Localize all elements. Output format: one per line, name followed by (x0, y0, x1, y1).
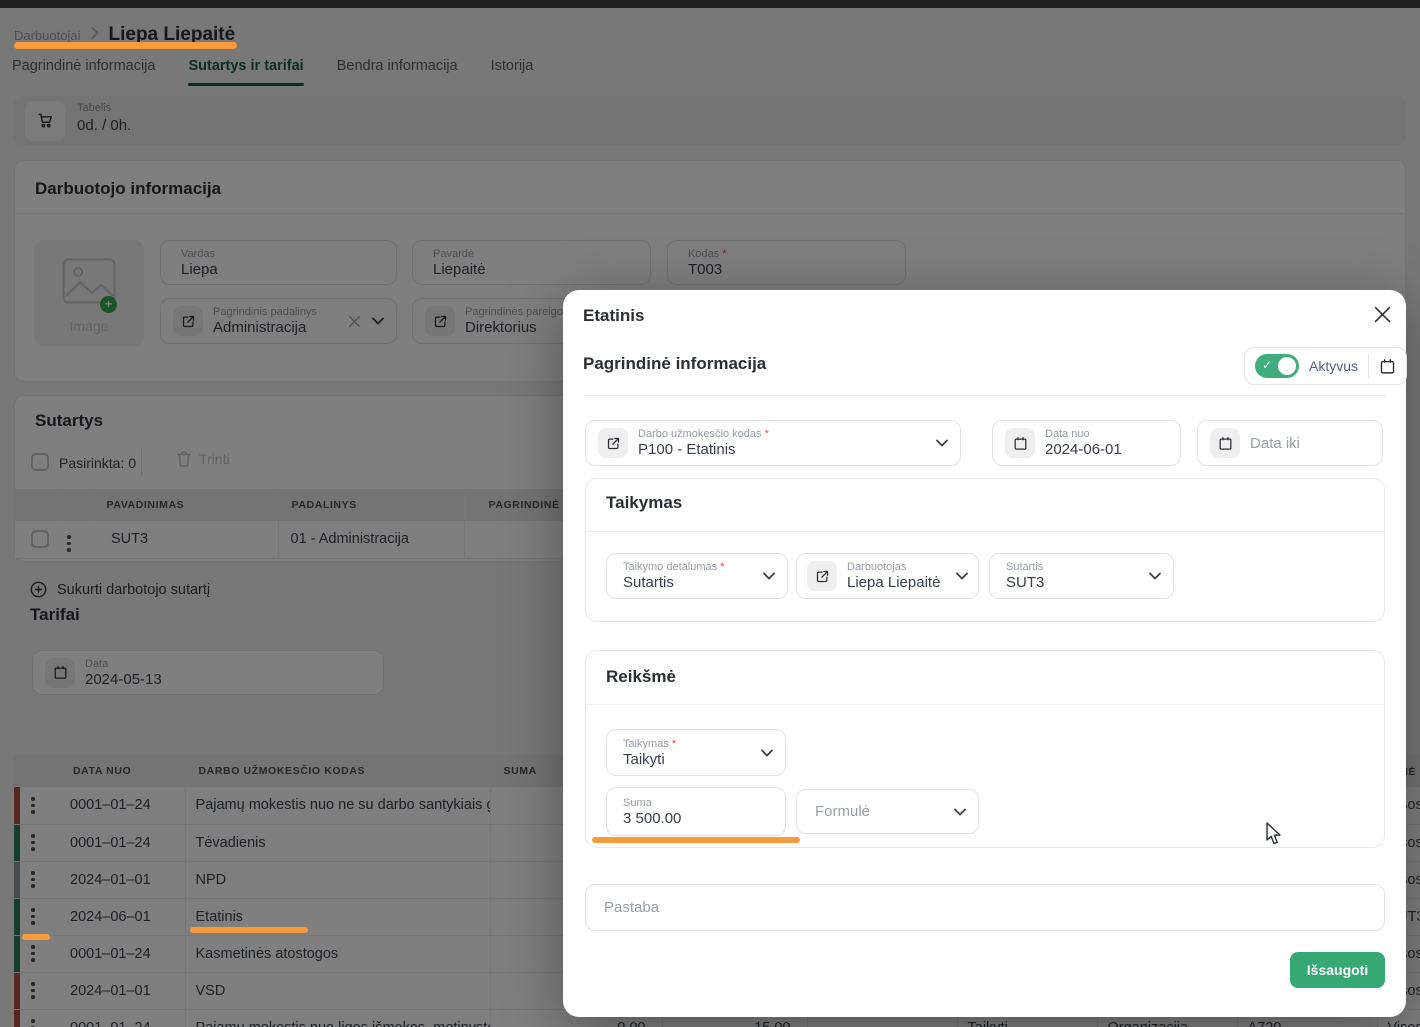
data-nuo-value: 2024-06-01 (1045, 441, 1122, 458)
data-nuo-label: Data nuo (1045, 428, 1122, 440)
data-nuo-field[interactable]: Data nuo2024-06-01 (992, 420, 1181, 466)
required-mark: * (672, 738, 676, 750)
data-iki-placeholder: Data iki (1250, 435, 1300, 452)
darbo-uzmokescio-kodas-select[interactable]: Darbo užmokesčio kodas *P100 - Etatinis (585, 420, 961, 466)
modal-section-main: Pagrindinė informacija (583, 354, 766, 374)
sutartis-select[interactable]: SutartisSUT3 (989, 553, 1174, 599)
annotation-etatinis-row-underline (190, 927, 308, 933)
chevron-down-icon (761, 749, 773, 757)
detalumas-value: Sutartis (623, 574, 725, 591)
calendar-icon[interactable] (1005, 428, 1035, 458)
mouse-cursor (1265, 822, 1283, 846)
etatinis-modal: Etatinis Pagrindinė informacija ✓ Aktyvu… (563, 290, 1406, 1017)
calendar-icon[interactable] (1379, 358, 1396, 375)
annotation-row-marker (22, 934, 50, 940)
required-mark: * (720, 561, 724, 573)
taikymas-card: Taikymas Taikymo detalumas *Sutartis Dar… (585, 478, 1385, 622)
divider (1368, 354, 1369, 378)
reiksme-section-title: Reikšmė (606, 667, 676, 687)
chevron-down-icon (954, 808, 966, 816)
kodas-select-value: P100 - Etatinis (638, 441, 769, 458)
annotation-suma-underline (592, 837, 800, 843)
taikymas-value: Taikyti (623, 751, 676, 768)
save-button[interactable]: Išsaugoti (1290, 952, 1385, 988)
suma-label: Suma (623, 797, 681, 809)
taikymas-section-title: Taikymas (606, 493, 682, 513)
kodas-select-label: Darbo užmokesčio kodas (638, 428, 762, 440)
suma-value: 3 500.00 (623, 810, 681, 827)
sutartis-label: Sutartis (1006, 561, 1044, 573)
chevron-down-icon (936, 439, 948, 447)
active-toggle-group: ✓ Aktyvus (1244, 347, 1407, 385)
close-icon[interactable] (1374, 306, 1391, 323)
divider (586, 704, 1384, 705)
chevron-down-icon (763, 572, 775, 580)
external-link-icon[interactable] (598, 428, 628, 458)
chevron-down-icon (1149, 572, 1161, 580)
darbuotojas-value: Liepa Liepaitė (847, 574, 940, 591)
external-link-icon[interactable] (807, 561, 837, 591)
calendar-icon[interactable] (1210, 428, 1240, 458)
formule-placeholder: Formulė (809, 803, 870, 820)
detalumas-label: Taikymo detalumas (623, 561, 717, 573)
data-iki-field[interactable]: Data iki (1197, 420, 1383, 466)
taikymas-label: Taikymas (623, 738, 669, 750)
chevron-down-icon (956, 572, 968, 580)
divider (583, 395, 1386, 396)
active-toggle-label: Aktyvus (1309, 358, 1358, 374)
modal-title: Etatinis (583, 306, 644, 326)
annotation-breadcrumb-underline (14, 42, 237, 49)
active-toggle[interactable]: ✓ (1255, 354, 1299, 378)
page: Darbuotojai Liepa Liepaitė Pagrindinė in… (0, 0, 1420, 1027)
darbuotojas-label: Darbuotojas (847, 561, 940, 573)
divider (586, 531, 1384, 532)
formule-select[interactable]: Formulė (796, 789, 979, 834)
taikymas-select[interactable]: Taikymas *Taikyti (606, 729, 786, 776)
darbuotojas-select[interactable]: DarbuotojasLiepa Liepaitė (796, 553, 979, 599)
sutartis-value: SUT3 (1006, 574, 1044, 591)
reiksme-card: Reikšmė Taikymas *Taikyti Suma3 500.00 F… (585, 650, 1385, 848)
taikymo-detalumas-select[interactable]: Taikymo detalumas *Sutartis (606, 553, 788, 599)
suma-input[interactable]: Suma3 500.00 (606, 787, 786, 836)
required-mark: * (765, 428, 769, 440)
pastaba-textarea[interactable] (585, 884, 1385, 931)
